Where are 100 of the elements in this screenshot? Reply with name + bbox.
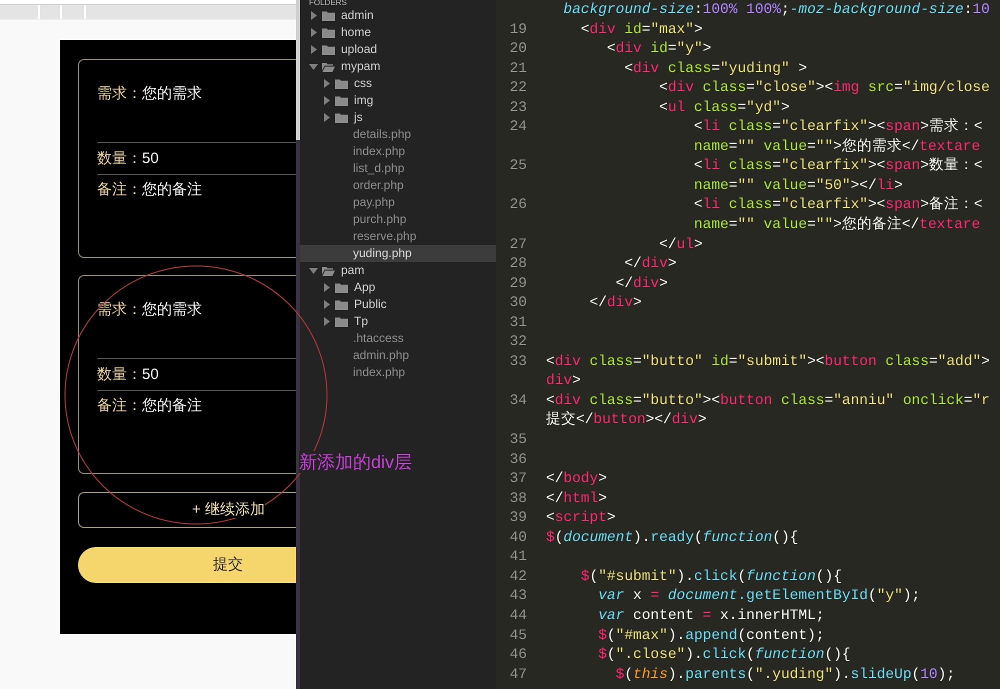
code-line: $(document).ready(function(){: [546, 530, 798, 546]
file-item[interactable]: purch.php: [300, 211, 496, 228]
folder-icon: [322, 44, 335, 54]
line-number: 26: [510, 197, 527, 214]
code-line: <li class="clearfix"><span>备注：<: [692, 197, 983, 214]
field-label: 备注：: [97, 398, 142, 414]
caret-right-icon[interactable]: [324, 300, 330, 309]
code-line: <script>: [546, 510, 616, 526]
code-line: $(".close").click(function(){: [597, 647, 851, 664]
file-item[interactable]: list_d.php: [300, 160, 496, 177]
code-line: <div class="butto"><button class="anniu" onclick="r: [546, 392, 990, 409]
field-label: 需求：: [97, 302, 142, 318]
line-number: 22: [510, 80, 527, 96]
code-line: var x = document.getElementById("y");: [597, 588, 920, 604]
folder-item[interactable]: Tp: [300, 313, 496, 330]
file-item[interactable]: details.php: [300, 126, 496, 143]
caret-right-icon[interactable]: [324, 96, 330, 105]
textarea-field[interactable]: 您的需求: [142, 86, 202, 102]
folder-item[interactable]: admin: [300, 7, 496, 24]
line-number: 43: [510, 588, 527, 604]
input-field[interactable]: 50: [142, 366, 159, 382]
caret-down-icon[interactable]: [309, 268, 318, 274]
folder-item[interactable]: Public: [300, 296, 496, 313]
code-line: $("#max").append(content);: [597, 628, 824, 644]
caret-right-icon[interactable]: [324, 283, 330, 292]
line-number: 34: [510, 392, 527, 409]
line-number: 39: [510, 510, 527, 526]
file-item[interactable]: index.php: [300, 143, 496, 160]
line-number: 28: [510, 256, 527, 272]
folder-item[interactable]: App: [300, 279, 496, 296]
file-item[interactable]: index.php: [300, 364, 496, 381]
code-line: </div>: [614, 276, 668, 292]
code-line: <div id="max">: [580, 22, 703, 38]
code-line: $("#submit").click(function(){: [580, 568, 842, 585]
file-item[interactable]: reserve.php: [300, 228, 496, 245]
code-line: <div class="butto" id="submit"><button class="add">: [546, 354, 990, 370]
line-number: 37: [510, 471, 527, 488]
caret-down-icon[interactable]: [309, 64, 318, 70]
caret-right-icon[interactable]: [324, 79, 330, 88]
code-line: </body>: [546, 471, 607, 488]
folder-icon: [335, 316, 348, 326]
folder-icon: [335, 112, 348, 122]
code-line: <div class="yuding" >: [623, 60, 808, 77]
code-line: <li class="clearfix"><span>数量：<: [692, 158, 983, 174]
folder-open-icon: [322, 62, 335, 72]
code-line: </html>: [546, 490, 607, 507]
line-number: 40: [510, 530, 527, 546]
line-number: 45: [510, 628, 527, 644]
file-item[interactable]: admin.php: [300, 347, 496, 364]
folder-open-icon: [322, 266, 335, 276]
folder-item[interactable]: img: [300, 92, 496, 109]
line-number: 23: [510, 100, 527, 116]
scrollbar[interactable]: [296, 0, 300, 689]
folder-item[interactable]: mypam: [300, 58, 496, 75]
line-number: 41: [510, 549, 527, 566]
code-line: </div>: [588, 295, 642, 312]
code-line: var content = x.innerHTML;: [597, 608, 824, 624]
folder-item[interactable]: home: [300, 24, 496, 41]
submit-button[interactable]: 提交: [78, 547, 296, 583]
line-number: 30: [510, 295, 527, 312]
folder-item[interactable]: upload: [300, 41, 496, 58]
file-item[interactable]: pay.php: [300, 194, 496, 211]
caret-right-icon[interactable]: [310, 45, 316, 54]
folder-icon: [335, 300, 348, 310]
file-item[interactable]: yuding.php: [300, 245, 496, 262]
file-item[interactable]: order.php: [300, 177, 496, 194]
file-item[interactable]: .htaccess: [300, 330, 496, 347]
line-number: 32: [510, 334, 527, 350]
caret-right-icon[interactable]: [324, 317, 330, 326]
input-field[interactable]: 50: [142, 150, 159, 166]
line-number: 29: [510, 276, 527, 292]
caret-right-icon[interactable]: [310, 28, 316, 37]
code-line: <ul class="yd">: [658, 100, 790, 116]
line-number: 36: [510, 452, 527, 468]
line-number: 27: [510, 236, 527, 253]
textarea-field[interactable]: 您的备注: [142, 398, 202, 414]
line-number: 31: [510, 314, 527, 331]
code-line: $(this).parents(".yuding").slideUp(10);: [614, 666, 956, 683]
line-number: 24: [510, 119, 527, 136]
field-label: 备注：: [97, 182, 142, 198]
folder-item[interactable]: css: [300, 75, 496, 92]
textarea-field[interactable]: 您的备注: [142, 182, 202, 198]
folder-item[interactable]: js: [300, 109, 496, 126]
line-number: 35: [510, 432, 527, 448]
line-number: 21: [510, 60, 527, 77]
folder-icon: [322, 10, 335, 20]
line-number: 38: [510, 490, 527, 507]
line-number: 42: [510, 568, 527, 585]
add-more-button[interactable]: + 继续添加: [78, 492, 296, 528]
code-line: </ul>: [658, 236, 703, 253]
code-line: name="" value="">您的需求</textare: [692, 138, 980, 155]
folder-item[interactable]: pam: [300, 262, 496, 279]
line-number: 47: [510, 666, 527, 683]
textarea-field[interactable]: 您的需求: [142, 302, 202, 318]
caret-right-icon[interactable]: [324, 113, 330, 122]
code-line: </div>: [623, 256, 677, 272]
field-label: 数量：: [97, 150, 142, 166]
caret-right-icon[interactable]: [310, 11, 316, 20]
line-number: 44: [510, 608, 527, 624]
line-number: 33: [510, 354, 527, 370]
